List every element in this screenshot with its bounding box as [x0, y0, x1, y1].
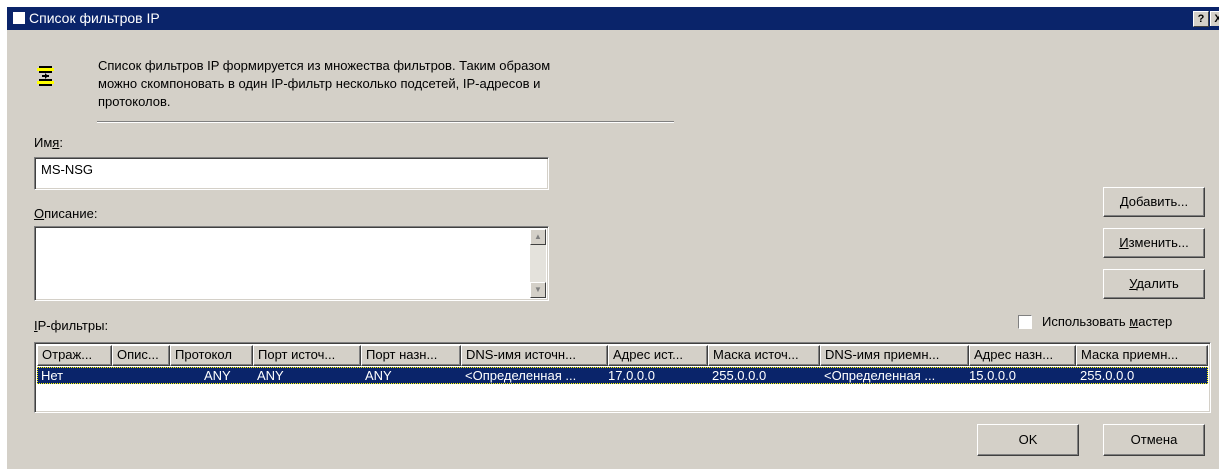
- name-label: Имя:: [34, 135, 63, 150]
- column-header-description[interactable]: Опис...: [112, 345, 170, 366]
- ok-button[interactable]: OK: [977, 424, 1079, 456]
- description-label: Описание:: [34, 206, 98, 221]
- scroll-up-arrow-icon[interactable]: ▲: [530, 229, 546, 245]
- info-line: Список фильтров IP формируется из множес…: [98, 58, 551, 73]
- ip-filters-list[interactable]: Отраж... Опис... Протокол Порт источ... …: [34, 342, 1211, 413]
- cell-dest-port: ANY: [365, 368, 392, 383]
- info-description: Список фильтров IP формируется из множес…: [98, 57, 688, 111]
- cell-dest-mask: 255.0.0.0: [1080, 368, 1135, 383]
- add-button[interactable]: Добавить...: [1103, 187, 1205, 217]
- column-header-source-mask[interactable]: Маска источ...: [708, 345, 820, 366]
- use-wizard-label[interactable]: Использовать мастер: [1042, 314, 1172, 330]
- use-wizard-checkbox[interactable]: [1018, 315, 1032, 329]
- window-title: Список фильтров IP: [29, 10, 160, 26]
- scroll-down-arrow-icon[interactable]: ▼: [530, 282, 546, 298]
- cell-source-dns: <Определенная ...: [465, 368, 577, 383]
- name-input[interactable]: MS-NSG: [34, 157, 549, 190]
- info-line: протоколов.: [98, 94, 171, 109]
- column-header-source-address[interactable]: Адрес ист...: [608, 345, 708, 366]
- column-header-source-dns[interactable]: DNS-имя источн...: [461, 345, 608, 366]
- cell-mirrored: Нет: [41, 368, 64, 383]
- window-icon: [13, 12, 25, 24]
- table-row[interactable]: Нет ANY ANY ANY <Определенная ... 17.0.0…: [37, 367, 1208, 384]
- close-button[interactable]: X: [1210, 11, 1219, 26]
- ip-filters-label: IP-фильтры:: [34, 318, 109, 333]
- ip-filter-list-dialog: Список фильтров IP ? X Список фильтров I…: [6, 6, 1219, 469]
- cell-source-port: ANY: [257, 368, 284, 383]
- column-header-source-port[interactable]: Порт источ...: [253, 345, 361, 366]
- title-bar: Список фильтров IP ? X: [7, 7, 1219, 30]
- info-line: можно скомпоновать в один IP-фильтр неск…: [98, 76, 541, 91]
- filter-list-icon: [37, 66, 54, 86]
- description-textarea[interactable]: ▲ ▼: [34, 226, 549, 301]
- column-header-dest-dns[interactable]: DNS-имя приемн...: [820, 345, 969, 366]
- column-header-dest-port[interactable]: Порт назн...: [361, 345, 461, 366]
- help-button[interactable]: ?: [1193, 11, 1209, 27]
- cancel-button[interactable]: Отмена: [1103, 424, 1205, 456]
- cell-dest-address: 15.0.0.0: [969, 368, 1016, 383]
- column-header-mirrored[interactable]: Отраж...: [37, 345, 112, 366]
- cell-source-mask: 255.0.0.0: [712, 368, 767, 383]
- cell-source-address: 17.0.0.0: [608, 368, 655, 383]
- cell-protocol: ANY: [204, 368, 231, 383]
- cell-dest-dns: <Определенная ...: [824, 368, 936, 383]
- edit-button[interactable]: Изменить...: [1103, 228, 1205, 258]
- delete-button[interactable]: Удалить: [1103, 269, 1205, 299]
- header-separator-highlight: [97, 122, 674, 123]
- column-header-protocol[interactable]: Протокол: [170, 345, 253, 366]
- description-scrollbar[interactable]: ▲ ▼: [530, 229, 546, 298]
- column-header-dest-mask[interactable]: Маска приемн...: [1076, 345, 1208, 366]
- column-header-dest-address[interactable]: Адрес назн...: [969, 345, 1076, 366]
